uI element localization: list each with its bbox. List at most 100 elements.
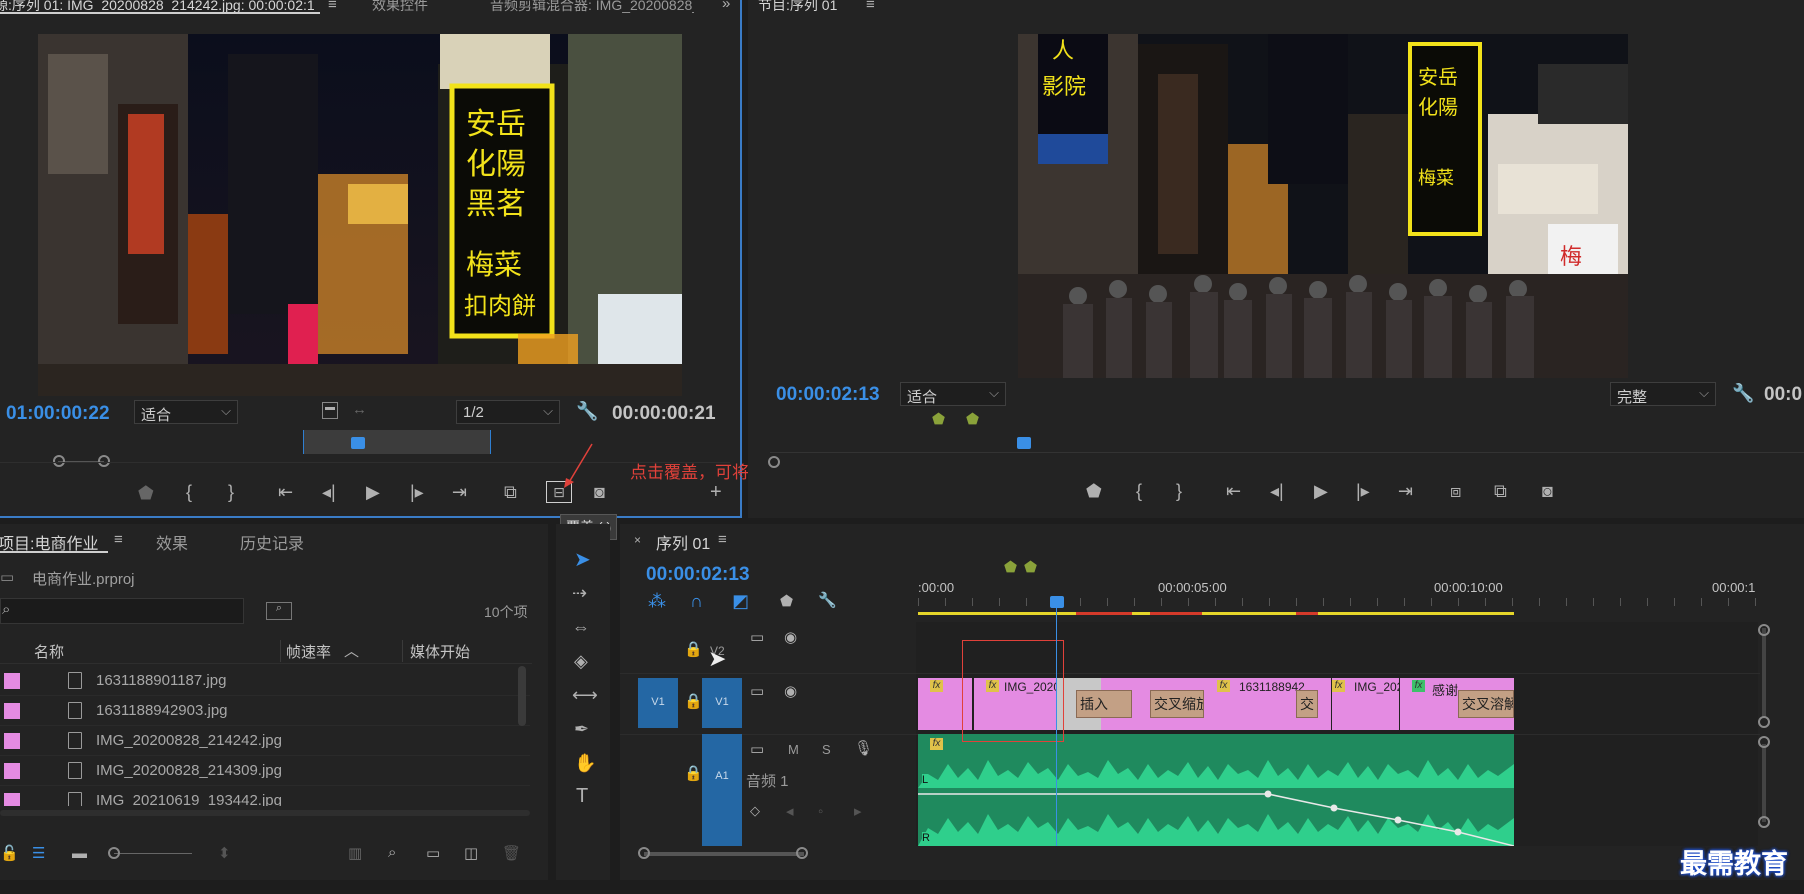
marker-icon[interactable]: ⬟	[966, 412, 979, 427]
step-back-icon[interactable]: ◂|	[322, 483, 336, 501]
lock-track-icon[interactable]: 🔒	[684, 694, 703, 709]
menu-icon[interactable]: ≡	[718, 532, 727, 547]
v1-target-patch[interactable]: V1	[702, 678, 742, 728]
close-tab-icon[interactable]: ×	[634, 534, 641, 546]
step-forward-icon[interactable]: |▸	[410, 483, 424, 501]
vscroll-handle[interactable]	[1758, 736, 1770, 748]
project-search-input[interactable]	[0, 598, 244, 624]
microphone-icon[interactable]: 🎙	[854, 741, 873, 756]
sort-ascending-icon[interactable]: ︿	[344, 644, 359, 659]
tab-effect-controls[interactable]: 效果控件	[372, 0, 428, 15]
new-bin-icon[interactable]: ▭	[426, 846, 440, 861]
list-item[interactable]: IMG_20200828_214309.jpg	[0, 756, 530, 786]
tab-effects[interactable]: 效果	[156, 530, 188, 554]
add-marker-icon[interactable]: ⬟	[138, 484, 154, 502]
trash-icon[interactable]: 🗑	[502, 846, 521, 861]
list-item[interactable]: IMG_20200828_214242.jpg	[0, 726, 530, 756]
new-search-bin-icon[interactable]: ⌕	[266, 602, 292, 620]
eye-icon[interactable]: ◉	[784, 630, 797, 645]
insert-icon[interactable]: ⧉	[504, 483, 517, 501]
menu-icon[interactable]: ≡	[328, 0, 337, 12]
source-fit-select[interactable]: 适合 ⌵	[134, 400, 238, 424]
linked-selection-icon[interactable]: ◩	[732, 592, 749, 610]
list-item[interactable]: 1631188942903.jpg	[0, 696, 530, 726]
vscroll-handle[interactable]	[1758, 716, 1770, 728]
mark-in-icon[interactable]: {	[186, 483, 192, 501]
tab-audio-clip-mixer[interactable]: 音频剪辑混合器: IMG_20200828_214242.jpg	[490, 0, 694, 15]
go-to-out-icon[interactable]: ⇥	[1398, 482, 1413, 500]
pen-tool-icon[interactable]: ✒	[574, 720, 589, 738]
tab-history[interactable]: 历史记录	[240, 530, 304, 554]
go-to-out-icon[interactable]: ⇥	[452, 483, 467, 501]
go-to-in-icon[interactable]: ⇤	[1226, 482, 1241, 500]
col-media-start[interactable]: 媒体开始	[410, 641, 470, 662]
program-video-frame[interactable]: 人 影院 安岳 化陽 梅菜 梅	[1018, 34, 1628, 378]
list-item[interactable]: 1631188901187.jpg	[0, 666, 530, 696]
hzoom-handle-right[interactable]	[796, 847, 808, 859]
label-color-swatch[interactable]	[4, 793, 20, 806]
go-to-in-icon[interactable]: ⇤	[278, 483, 293, 501]
a1-target-patch[interactable]: A1	[702, 734, 742, 846]
hzoom-handle-left[interactable]	[638, 847, 650, 859]
play-icon[interactable]: ▶	[1314, 482, 1328, 500]
menu-icon[interactable]: ≡	[114, 532, 123, 547]
sequence-marker-icon[interactable]: ⬟	[1024, 560, 1037, 575]
wrench-icon[interactable]: 🔧	[1732, 384, 1754, 402]
vertical-scroll-track-audio[interactable]	[1762, 744, 1766, 822]
list-view-icon[interactable]: ☰	[32, 846, 45, 861]
wrench-icon[interactable]: 🔧	[576, 402, 598, 420]
add-button-icon[interactable]: +	[710, 482, 722, 502]
snap-icon[interactable]: ∩	[690, 592, 703, 610]
zoom-slider-handle[interactable]	[108, 847, 120, 859]
source-playhead[interactable]	[351, 437, 365, 449]
label-color-swatch[interactable]	[4, 763, 20, 779]
timeline-timecode[interactable]: 00:00:02:13	[646, 564, 750, 586]
transition-cross[interactable]: 交	[1296, 690, 1318, 718]
track-select-tool-icon[interactable]: ⇢	[572, 584, 587, 602]
add-marker-icon[interactable]: ⬟	[1086, 482, 1102, 500]
zoom-slider-track[interactable]	[114, 853, 192, 854]
slip-tool-icon[interactable]: ⟷	[572, 686, 598, 704]
vscroll-handle[interactable]	[1758, 816, 1770, 828]
menu-icon[interactable]: ≡	[866, 0, 875, 12]
v1-source-patch[interactable]: V1	[638, 678, 678, 728]
nest-toggle-icon[interactable]: ⁂	[648, 592, 666, 610]
vertical-scroll-track[interactable]	[1762, 628, 1766, 718]
more-tabs-icon[interactable]: »	[722, 0, 730, 11]
project-hscroll[interactable]	[0, 810, 530, 816]
program-timecode-current[interactable]: 00:00:02:13	[776, 384, 880, 406]
icon-view-icon[interactable]: ▬	[72, 846, 87, 861]
lock-track-icon[interactable]: 🔒	[684, 642, 703, 657]
timeline-settings-icon[interactable]: 🔧	[818, 593, 837, 608]
lift-icon[interactable]: ⧈	[1450, 482, 1461, 500]
mute-button[interactable]: M	[788, 742, 799, 757]
source-timecode-current[interactable]: 01:00:00:22	[6, 403, 110, 425]
source-zoom-handle-left[interactable]	[53, 455, 65, 467]
step-back-icon[interactable]: ◂|	[1270, 482, 1284, 500]
marker-icon[interactable]: ⬟	[932, 412, 945, 427]
extract-icon[interactable]: ⧉	[1494, 482, 1507, 500]
selection-tool-icon[interactable]: ➤	[574, 550, 591, 570]
mark-out-icon[interactable]: }	[228, 483, 234, 501]
transition-cross-zoom[interactable]: 交叉缩放	[1150, 690, 1204, 718]
sort-icon[interactable]: ⬍	[218, 846, 231, 861]
eye-icon[interactable]: ◉	[784, 684, 797, 699]
automate-to-sequence-icon[interactable]: ▥	[348, 846, 362, 861]
col-name[interactable]: 名称	[34, 641, 64, 662]
audio-clip[interactable]: fx L R	[918, 734, 1514, 846]
sequence-marker-icon[interactable]: ⬟	[1004, 560, 1017, 575]
transition-insert[interactable]: 插入	[1076, 690, 1132, 718]
transition-cross-dissolve[interactable]: 交叉溶解	[1458, 690, 1514, 718]
list-item[interactable]: IMG_20210619_193442.jpg	[0, 786, 530, 806]
lock-track-icon[interactable]: 🔒	[684, 766, 703, 781]
drag-video-icon[interactable]: ↔	[352, 402, 367, 417]
source-scrub-range[interactable]	[303, 430, 491, 454]
export-frame-icon[interactable]: ◙	[1542, 482, 1553, 500]
tab-sequence[interactable]: 序列 01	[656, 530, 710, 554]
label-color-swatch[interactable]	[4, 703, 20, 719]
project-list-scrollbar[interactable]	[518, 666, 526, 726]
add-keyframe-icon[interactable]: ◦	[818, 804, 823, 819]
add-marker-icon[interactable]: ⬟	[780, 594, 793, 609]
mark-out-icon[interactable]: }	[1176, 482, 1182, 500]
new-item-icon[interactable]: ◫	[464, 846, 478, 861]
